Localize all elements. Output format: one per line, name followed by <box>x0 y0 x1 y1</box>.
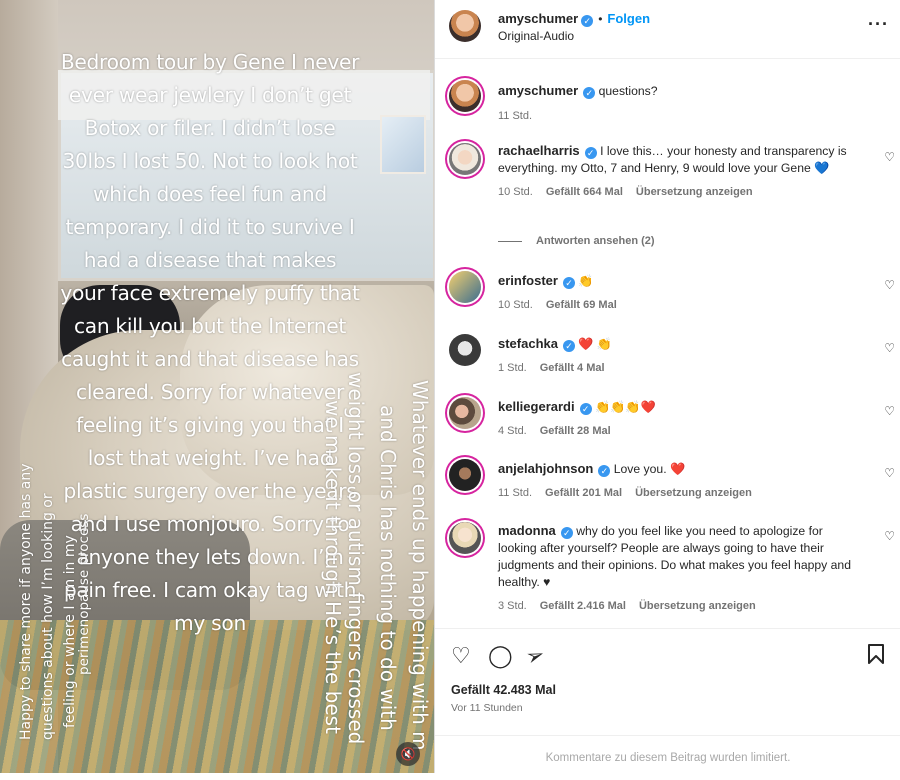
avatar[interactable] <box>449 80 481 112</box>
replies-label: Antworten ansehen (2) <box>536 235 655 247</box>
comment-icon[interactable]: ◯ <box>488 643 513 669</box>
translate-link[interactable]: Übersetzung anzeigen <box>635 487 752 499</box>
like-comment-icon[interactable]: ♡ <box>884 404 895 418</box>
comment-username[interactable]: kelliegerardi <box>498 399 575 414</box>
story-vertical-text-3: weight loss or autism fingers crossed <box>344 372 368 745</box>
verified-icon: ✓ <box>598 465 611 477</box>
replies-line <box>498 240 522 242</box>
separator-dot: • <box>598 12 603 26</box>
comment-time[interactable]: 11 Std. <box>498 487 532 499</box>
translate-link[interactable]: Übersetzung anzeigen <box>636 186 753 198</box>
avatar[interactable] <box>449 143 481 175</box>
verified-icon: ✓ <box>584 147 597 159</box>
comment-text: questions? <box>598 84 658 98</box>
more-icon[interactable]: ··· <box>868 14 889 35</box>
like-comment-icon[interactable]: ♡ <box>884 529 895 543</box>
story-vertical-text-2: and Chris has nothing to do with <box>376 405 400 731</box>
comment-likes[interactable]: Gefällt 69 Mal <box>546 299 617 311</box>
post-actions: ♡ ◯ ➢ Gefällt 42.483 Mal Vor 11 Stunden … <box>435 628 900 774</box>
avatar[interactable] <box>449 10 481 42</box>
share-icon[interactable]: ➢ <box>522 641 548 672</box>
comment-text: ❤️ 👏 <box>578 337 613 351</box>
comment-username[interactable]: anjelahjohnson <box>498 461 593 476</box>
story-vertical-text-7: questions about how I’m looking or <box>40 493 56 740</box>
story-vertical-text-4: we make it through He’s the best <box>321 400 345 734</box>
mute-icon[interactable]: 🔇 <box>396 742 420 766</box>
story-vertical-text-8: Happy to share more if anyone has any <box>18 463 34 740</box>
likes-count[interactable]: Gefällt 42.483 Mal <box>451 683 556 697</box>
view-replies-button[interactable]: Antworten ansehen (2) <box>498 235 655 247</box>
post-time[interactable]: Vor 11 Stunden <box>451 702 523 714</box>
comments-panel: amyschumer ✓ • Folgen Original-Audio ··· am… <box>434 0 900 773</box>
verified-icon: ✓ <box>560 527 573 539</box>
header-user-row: amyschumer ✓ • Folgen <box>498 10 650 28</box>
audio-label[interactable]: Original-Audio <box>498 29 574 43</box>
comment-username[interactable]: stefachka <box>498 336 558 351</box>
like-comment-icon[interactable]: ♡ <box>884 150 895 164</box>
verified-icon: ✓ <box>579 403 592 415</box>
like-comment-icon[interactable]: ♡ <box>884 466 895 480</box>
like-comment-icon[interactable]: ♡ <box>884 341 895 355</box>
comment-username[interactable]: madonna <box>498 523 556 538</box>
header-username[interactable]: amyschumer <box>498 11 578 26</box>
comments-limited-notice: Kommentare zu diesem Beitrag wurden limi… <box>435 735 900 775</box>
verified-icon: ✓ <box>583 87 596 99</box>
verified-icon: ✓ <box>581 15 594 27</box>
comment-username[interactable]: erinfoster <box>498 273 558 288</box>
bookmark-icon[interactable] <box>867 643 885 671</box>
comment-time[interactable]: 10 Std. <box>498 186 533 198</box>
comment-likes[interactable]: Gefällt 2.416 Mal <box>540 600 626 612</box>
avatar[interactable] <box>449 397 481 429</box>
comment-time[interactable]: 11 Std. <box>498 110 532 122</box>
comment-likes[interactable]: Gefällt 664 Mal <box>546 186 623 198</box>
verified-icon: ✓ <box>562 277 575 289</box>
comment-likes[interactable]: Gefällt 201 Mal <box>545 487 622 499</box>
avatar[interactable] <box>449 522 481 554</box>
comment-time[interactable]: 1 Std. <box>498 362 527 374</box>
verified-icon: ✓ <box>562 340 575 352</box>
like-comment-icon[interactable]: ♡ <box>884 278 895 292</box>
translate-link[interactable]: Übersetzung anzeigen <box>639 600 756 612</box>
comment-time[interactable]: 4 Std. <box>498 425 527 437</box>
bookmark-svg <box>868 644 884 664</box>
comment-username[interactable]: amyschumer <box>498 83 578 98</box>
post-header: amyschumer ✓ • Folgen Original-Audio ··· <box>435 0 900 59</box>
story-vertical-text-1: Whatever ends up happening with m <box>408 380 432 751</box>
story-vertical-text-6: feeling or where I am in my <box>62 535 78 728</box>
comment-time[interactable]: 3 Std. <box>498 600 527 612</box>
heart-icon[interactable]: ♡ <box>451 643 471 669</box>
comment-username[interactable]: rachaelharris <box>498 143 580 158</box>
avatar[interactable] <box>449 334 481 366</box>
avatar[interactable] <box>449 271 481 303</box>
post-media[interactable]: Bedroom tour by Gene I never ever wear j… <box>0 0 434 773</box>
comment-text: 👏👏👏❤️ <box>595 400 656 414</box>
story-vertical-text-5: perimenopause process <box>76 513 92 675</box>
comment-text: Love you. ❤️ <box>613 462 686 476</box>
avatar[interactable] <box>449 459 481 491</box>
comment-text: 👏 <box>578 274 594 288</box>
comment-time[interactable]: 10 Std. <box>498 299 533 311</box>
comment-likes[interactable]: Gefällt 4 Mal <box>540 362 605 374</box>
story-caption: Bedroom tour by Gene I never ever wear j… <box>60 50 360 635</box>
follow-button[interactable]: Folgen <box>607 11 650 26</box>
wall-picture <box>380 115 426 174</box>
comment-likes[interactable]: Gefällt 28 Mal <box>540 425 611 437</box>
